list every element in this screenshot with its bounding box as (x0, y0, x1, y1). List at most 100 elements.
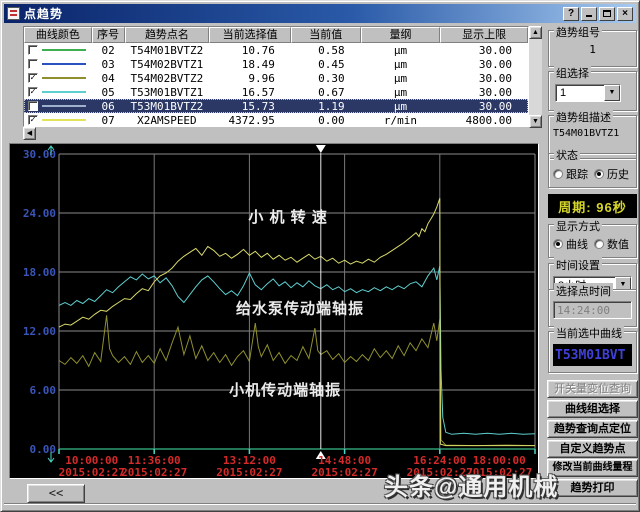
curve-color-swatch (42, 105, 86, 107)
chevron-down-icon[interactable]: ▼ (604, 85, 620, 101)
curve-annotation: 小 机 转 速 (248, 208, 328, 226)
x-axis-date-label: 2015:02:27 (311, 466, 377, 478)
table-cell: 03 (92, 58, 125, 71)
close-button[interactable]: × (617, 7, 633, 21)
table-scroll-up-button[interactable]: ▲ (529, 26, 542, 39)
table-scroll-left-button[interactable]: ◀ (23, 127, 36, 140)
curve-visible-checkbox[interactable] (28, 45, 38, 55)
curve-visible-checkbox[interactable] (28, 59, 38, 69)
radio-label: 跟踪 (566, 166, 588, 182)
curve-visible-checkbox[interactable] (28, 101, 38, 111)
column-header[interactable]: 曲线颜色 (24, 27, 92, 43)
status-radio-历史[interactable]: 历史 (594, 166, 629, 182)
selected-curve-label: 当前选中曲线 (554, 325, 624, 341)
y-axis-label: 6.00 (30, 384, 57, 397)
selected-curve-box: 当前选中曲线 T53M01BVT (548, 331, 637, 373)
display-mode-box: 显示方式 曲线数值 (548, 224, 637, 258)
minimize-icon (586, 8, 592, 17)
column-header[interactable]: 当前选择值 (209, 27, 291, 43)
point-time-label: 选择点时间 (554, 283, 613, 299)
status-box: 状态 跟踪历史 (548, 153, 637, 188)
sidebar-button-1: 开关量变位查询 (547, 380, 638, 398)
table-cell: 1.19 (291, 100, 361, 113)
status-label: 状态 (554, 147, 580, 163)
sidebar-button-3[interactable]: 趋势查询点定位 (547, 420, 638, 438)
table-cell: 05 (92, 86, 125, 99)
table-cell: 9.96 (209, 72, 291, 85)
help-button[interactable]: ? (563, 7, 579, 21)
table-row[interactable]: 03T54M02BVTZ118.490.45μm30.00 (24, 57, 528, 71)
column-header[interactable]: 量纲 (361, 27, 441, 43)
point-time-box: 选择点时间 14:24:00 (548, 289, 637, 327)
group-select-combobox[interactable]: 1 ▼ (555, 84, 621, 102)
status-bar (4, 503, 636, 508)
curve-T53M01BVTZ1 (59, 266, 535, 434)
maximize-icon (603, 10, 611, 17)
sidebar-button-6[interactable]: 趋势打印 (547, 479, 638, 497)
chart-scroll-left-button[interactable]: << (27, 484, 85, 503)
minimize-button[interactable] (581, 7, 597, 21)
table-cell: 16.57 (209, 86, 291, 99)
x-axis-date-label: 2015:02:27 (121, 466, 187, 478)
cursor-top-marker[interactable] (316, 145, 326, 153)
table-vertical-scrollbar[interactable] (529, 39, 542, 115)
group-number-value: 1 (549, 43, 636, 56)
table-cell: X2AMSPEED (125, 114, 210, 127)
column-header[interactable]: 序号 (92, 27, 125, 43)
trend-chart[interactable]: 30.0024.0018.0012.006.000.0010:00:002015… (9, 143, 539, 479)
table-scroll-down-button[interactable]: ▼ (529, 115, 542, 128)
y-axis-label: 12.00 (23, 325, 56, 338)
table-row[interactable]: 02T54M01BVTZ210.760.58μm30.00 (24, 43, 528, 57)
curve-visible-checkbox[interactable]: ✓ (28, 87, 38, 97)
table-row[interactable]: ✓04T54M02BVTZ29.960.30μm30.00 (24, 71, 528, 85)
table-row[interactable]: ✓05T53M01BVTZ116.570.67μm30.00 (24, 85, 528, 99)
table-cell: μm (361, 100, 441, 113)
group-select-box: 组选择 1 ▼ (548, 71, 637, 111)
sidebar-button-5[interactable]: 修改当前曲线量程 (547, 459, 638, 477)
table-cell: μm (361, 58, 441, 71)
table-cell: T53M01BVTZ2 (125, 100, 210, 113)
curve-visible-checkbox[interactable]: ✓ (28, 73, 38, 83)
radio-label: 曲线 (566, 236, 588, 252)
table-cell: 0.58 (291, 44, 361, 57)
table-cell: T54M02BVTZ1 (125, 58, 210, 71)
table-cell: 0.30 (291, 72, 361, 85)
table-cell: 4800.00 (440, 114, 528, 127)
sidebar-button-4[interactable]: 自定义趋势点 (547, 440, 638, 458)
table-cell: μm (361, 44, 441, 57)
column-header[interactable]: 当前值 (291, 27, 361, 43)
sidebar-button-2[interactable]: 曲线组选择 (547, 400, 638, 418)
radio-icon (594, 239, 604, 249)
title-bar[interactable]: 点趋势 ? × (4, 4, 636, 23)
table-cell: 30.00 (440, 100, 528, 113)
group-desc-label: 趋势组描述 (554, 109, 613, 125)
table-row[interactable]: 06T53M01BVTZ215.731.19μm30.00 (24, 99, 528, 113)
radio-label: 数值 (607, 236, 629, 252)
table-cell: 30.00 (440, 58, 528, 71)
radio-icon (553, 239, 563, 249)
table-row[interactable]: ✓07X2AMSPEED4372.950.00r/min4800.00 (24, 113, 528, 127)
table-header-row: 曲线颜色序号趋势点名当前选择值当前值量纲显示上限 (24, 27, 528, 43)
curve-X2AMSPEED (59, 198, 535, 445)
curve-color-cell (24, 101, 92, 111)
table-cell: 18.49 (209, 58, 291, 71)
curve-visible-checkbox[interactable]: ✓ (28, 115, 38, 125)
curve-color-cell: ✓ (24, 87, 92, 97)
maximize-button[interactable] (599, 7, 615, 21)
table-cell: 10.76 (209, 44, 291, 57)
point-time-field[interactable]: 14:24:00 (553, 301, 632, 319)
column-header[interactable]: 显示上限 (440, 27, 528, 43)
curve-color-cell (24, 45, 92, 55)
display-mode-radio-曲线[interactable]: 曲线 (553, 236, 588, 252)
period-text: 周期: 96秒 (558, 197, 626, 216)
radio-icon (594, 169, 604, 179)
group-number-box: 趋势组号 1 (548, 30, 637, 67)
table-cell: 30.00 (440, 86, 528, 99)
status-radio-跟踪[interactable]: 跟踪 (553, 166, 588, 182)
table-cell: 02 (92, 44, 125, 57)
table-cell: 0.00 (291, 114, 361, 127)
trend-point-table: 曲线颜色序号趋势点名当前选择值当前值量纲显示上限 02T54M01BVTZ210… (23, 26, 529, 127)
column-header[interactable]: 趋势点名 (125, 27, 210, 43)
curve-color-swatch (42, 49, 86, 51)
display-mode-radio-数值[interactable]: 数值 (594, 236, 629, 252)
